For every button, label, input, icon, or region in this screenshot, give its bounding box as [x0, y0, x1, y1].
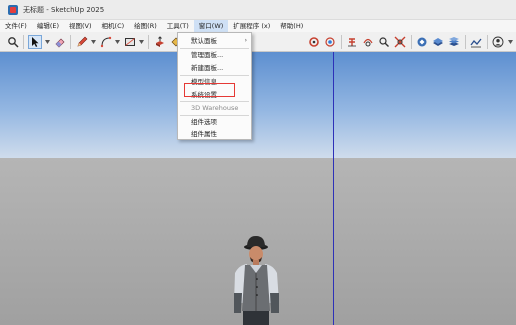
3d-warehouse-icon[interactable]: [416, 35, 429, 49]
menu-item-manage-trays[interactable]: 管理面板...: [178, 49, 251, 61]
search-icon[interactable]: [6, 35, 19, 49]
highlight-box: [184, 83, 235, 97]
sandbox-icon[interactable]: [470, 35, 483, 49]
chevron-down-icon[interactable]: [45, 35, 51, 49]
menu-item-3d-warehouse[interactable]: 3D Warehouse: [178, 102, 251, 114]
menu-extensions[interactable]: 扩展程序 (x): [228, 20, 275, 32]
eraser-icon[interactable]: [53, 35, 66, 49]
scale-figure[interactable]: [225, 233, 295, 325]
pan-icon[interactable]: [345, 35, 358, 49]
rectangle-icon[interactable]: [123, 35, 136, 49]
sketchup-logo-icon: [8, 4, 18, 15]
menu-item-label: 默认面板: [191, 37, 217, 45]
menu-view[interactable]: 视图(V): [64, 20, 97, 32]
submenu-arrow-icon: ›: [244, 37, 247, 44]
menu-edit[interactable]: 编辑(E): [32, 20, 64, 32]
arc-icon[interactable]: [99, 35, 112, 49]
menu-draw[interactable]: 绘图(R): [129, 20, 162, 32]
toolbar-separator: [340, 34, 342, 49]
user-account-icon[interactable]: [492, 35, 505, 49]
toolbar-separator: [464, 34, 466, 49]
toolbar: [0, 32, 516, 52]
toolbar-separator: [148, 34, 150, 49]
chevron-down-icon[interactable]: [139, 35, 145, 49]
zoom-icon[interactable]: [378, 35, 391, 49]
toolbar-separator: [70, 34, 72, 49]
orbit-rotate-icon[interactable]: [362, 35, 375, 49]
title-bar: 无标题 - SketchUp 2025: [0, 0, 516, 20]
chevron-down-icon[interactable]: [115, 35, 121, 49]
toolbar-separator: [410, 34, 412, 49]
select-arrow-icon[interactable]: [28, 34, 43, 49]
window-title: 无标题 - SketchUp 2025: [23, 5, 105, 14]
push-pull-icon[interactable]: [153, 35, 166, 49]
chevron-down-icon[interactable]: [91, 35, 97, 49]
toolbar-separator: [486, 34, 488, 49]
layers-icon[interactable]: [448, 35, 461, 49]
sky-background: [0, 52, 516, 158]
menu-item-component-options[interactable]: 组件选项: [178, 116, 251, 128]
extension-warehouse-icon[interactable]: [432, 35, 445, 49]
pencil-icon[interactable]: [75, 35, 88, 49]
menu-help[interactable]: 帮助(H): [275, 20, 308, 32]
toolbar-separator: [23, 34, 25, 49]
blue-axis: [333, 52, 334, 325]
menu-tools[interactable]: 工具(T): [162, 20, 194, 32]
model-viewport[interactable]: [0, 52, 516, 325]
menu-camera[interactable]: 相机(C): [97, 20, 130, 32]
orbit-icon[interactable]: [323, 35, 336, 49]
zoom-extents-icon[interactable]: [394, 35, 407, 49]
chevron-down-icon[interactable]: [507, 35, 513, 49]
menu-bar: 文件(F) 编辑(E) 视图(V) 相机(C) 绘图(R) 工具(T) 窗口(W…: [0, 20, 516, 32]
menu-item-new-tray[interactable]: 新建面板...: [178, 62, 251, 74]
menu-file[interactable]: 文件(F): [0, 20, 32, 32]
menu-item-default-tray[interactable]: 默认面板 ›: [178, 35, 251, 47]
menu-window[interactable]: 窗口(W): [193, 20, 229, 32]
tape-measure-icon[interactable]: [307, 35, 320, 49]
menu-item-component-attributes[interactable]: 组件属性: [178, 128, 251, 140]
